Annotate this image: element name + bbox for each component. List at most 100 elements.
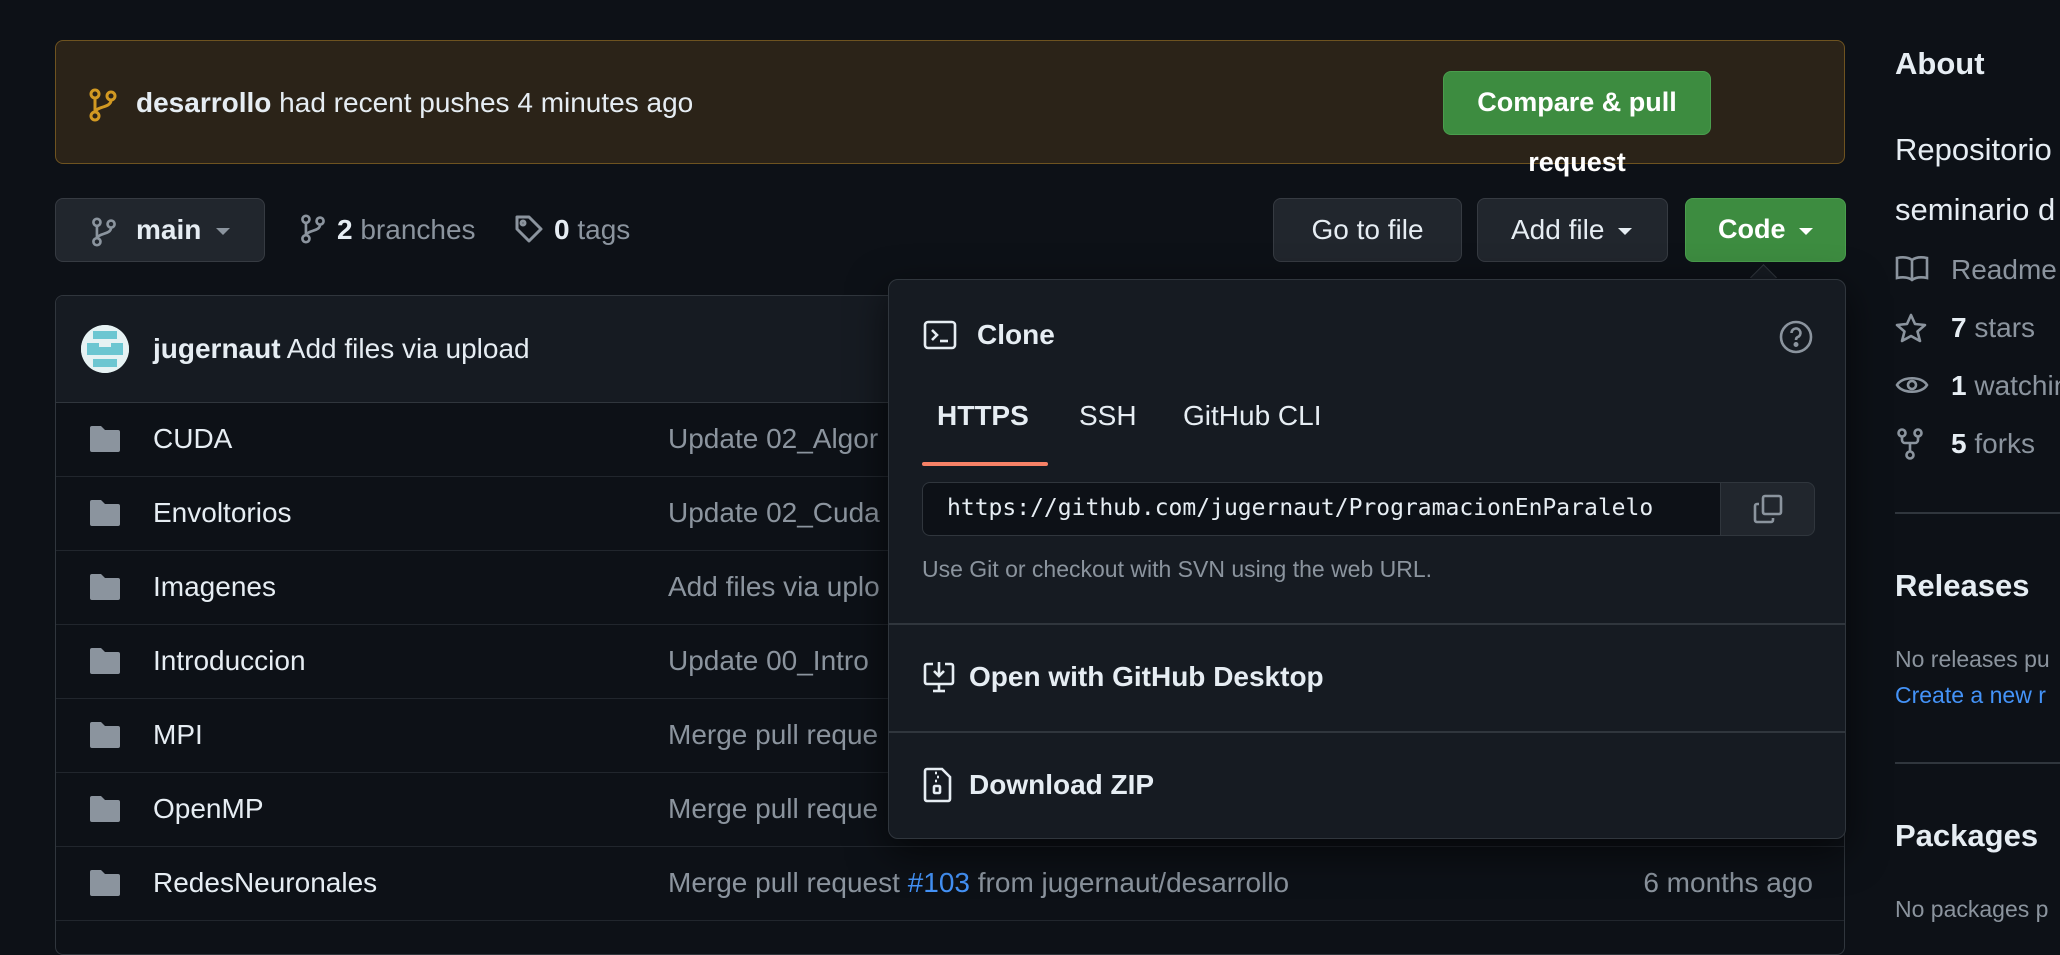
push-message-text: had recent pushes 4 minutes ago — [279, 87, 694, 118]
forks-label: forks — [1974, 428, 2036, 459]
repo-description-line: seminario d — [1895, 192, 2056, 227]
no-packages-text: No packages p — [1895, 896, 2049, 922]
commit-message-link[interactable]: Merge pull reque — [668, 772, 878, 846]
active-tab-indicator — [922, 462, 1048, 466]
clone-title: Clone — [977, 319, 1055, 350]
file-directory-icon — [88, 794, 122, 824]
open-with-github-desktop[interactable]: Open with GitHub Desktop — [889, 624, 1845, 730]
tags-label: tags — [577, 214, 631, 245]
readme-link[interactable]: Readme — [1895, 250, 2060, 290]
pushed-branch-link[interactable]: desarrollo — [136, 87, 271, 118]
forks-count: 5 — [1951, 428, 1967, 459]
file-name-link[interactable]: OpenMP — [153, 772, 264, 846]
no-releases-text: No releases pu — [1895, 646, 2050, 672]
file-directory-icon — [88, 646, 122, 676]
commit-message-link[interactable]: Update 02_Cuda — [668, 476, 880, 550]
tab-https[interactable]: HTTPS — [937, 388, 1029, 444]
branch-selector-button[interactable]: main — [55, 198, 265, 262]
commit-message-link[interactable]: Merge pull request — [668, 867, 908, 898]
about-sidebar: About Repositorio seminario d Readme 7 s… — [1895, 0, 2060, 926]
eye-icon — [1895, 370, 1929, 400]
desktop-download-icon — [923, 660, 955, 694]
go-to-file-button[interactable]: Go to file — [1273, 198, 1462, 262]
branches-count: 2 — [337, 214, 353, 245]
clone-url-group: https://github.com/jugernaut/Programacio… — [922, 482, 1815, 536]
file-name-link[interactable]: Envoltorios — [153, 476, 292, 550]
commit-message-link[interactable]: from jugernaut/desarrollo — [970, 867, 1289, 898]
repo-forked-icon — [1895, 428, 1925, 460]
add-file-button[interactable]: Add file — [1477, 198, 1668, 262]
code-label: Code — [1718, 214, 1786, 244]
compare-pull-request-button[interactable]: Compare & pull request — [1443, 71, 1711, 177]
file-name-link[interactable]: RedesNeuronales — [153, 846, 377, 920]
star-icon — [1895, 312, 1927, 344]
commit-author-link[interactable]: jugernaut — [153, 333, 281, 364]
table-row: RedesNeuronales Merge pull request #103 … — [56, 846, 1844, 921]
file-name-link[interactable]: Introduccion — [153, 624, 306, 698]
branches-link[interactable]: 2 branches — [299, 198, 489, 262]
copy-url-button[interactable] — [1720, 482, 1815, 536]
file-directory-icon — [88, 868, 122, 898]
file-name-link[interactable]: Imagenes — [153, 550, 276, 624]
branches-label: branches — [360, 214, 476, 245]
watching-count: 1 — [1951, 370, 1967, 401]
commit-message: Merge pull request #103 from jugernaut/d… — [668, 846, 1289, 920]
download-zip-label: Download ZIP — [969, 769, 1155, 800]
file-zip-icon — [923, 767, 953, 803]
forks-link[interactable]: 5 forks — [1895, 424, 2060, 464]
tag-icon — [514, 214, 544, 244]
tags-link[interactable]: 0 tags — [514, 198, 644, 262]
file-directory-icon — [88, 572, 122, 602]
chevron-down-icon — [1618, 228, 1632, 235]
chevron-down-icon — [1799, 228, 1813, 235]
packages-heading[interactable]: Packages — [1895, 818, 2038, 854]
file-name-link[interactable]: MPI — [153, 698, 203, 772]
divider — [1895, 762, 2060, 764]
recent-push-banner: desarrollo had recent pushes 4 minutes a… — [55, 40, 1845, 177]
latest-commit-text: jugernaut Add files via upload — [153, 296, 530, 402]
watching-link[interactable]: 1 watchin — [1895, 366, 2060, 406]
book-icon — [1895, 254, 1929, 284]
clone-help-text: Use Git or checkout with SVN using the w… — [922, 556, 1433, 582]
tags-count: 0 — [554, 214, 570, 245]
repo-description: Repositorio seminario d — [1895, 120, 2055, 240]
add-file-label: Add file — [1511, 214, 1605, 245]
commit-date: 6 months ago — [1643, 867, 1813, 898]
commit-message-link[interactable]: Update 02_Algor — [668, 402, 878, 476]
question-icon[interactable] — [1778, 319, 1814, 355]
stars-label: stars — [1974, 312, 2036, 343]
avatar[interactable] — [81, 325, 129, 373]
tab-github-cli[interactable]: GitHub CLI — [1183, 388, 1322, 444]
terminal-icon — [923, 320, 957, 350]
tab-ssh[interactable]: SSH — [1079, 388, 1137, 444]
commit-message-link[interactable]: Add files via upload — [287, 333, 530, 364]
git-branch-icon — [90, 217, 118, 247]
stars-link[interactable]: 7 stars — [1895, 308, 2060, 348]
create-release-link[interactable]: Create a new r — [1895, 682, 2046, 709]
current-branch-label: main — [136, 214, 202, 245]
repo-description-line: Repositorio — [1895, 132, 2052, 167]
git-branch-icon — [299, 214, 327, 244]
file-directory-icon — [88, 498, 122, 528]
watching-label: watchin — [1974, 370, 2060, 401]
push-message: desarrollo had recent pushes 4 minutes a… — [136, 41, 693, 165]
file-directory-icon — [88, 720, 122, 750]
stars-count: 7 — [1951, 312, 1967, 343]
releases-heading[interactable]: Releases — [1895, 568, 2029, 604]
chevron-down-icon — [216, 228, 230, 235]
readme-label: Readme — [1951, 254, 2057, 285]
commit-message-link[interactable]: Merge pull reque — [668, 698, 878, 772]
download-zip[interactable]: Download ZIP — [889, 732, 1845, 838]
file-directory-icon — [88, 424, 122, 454]
about-heading: About — [1895, 46, 1985, 81]
copy-icon — [1753, 494, 1783, 524]
clone-url-input[interactable]: https://github.com/jugernaut/Programacio… — [922, 482, 1722, 536]
divider — [1895, 512, 2060, 514]
file-name-link[interactable]: CUDA — [153, 402, 232, 476]
commit-message-link[interactable]: Update 00_Intro — [668, 624, 869, 698]
code-button[interactable]: Code — [1685, 198, 1846, 262]
open-desktop-label: Open with GitHub Desktop — [969, 661, 1324, 692]
commit-message-link[interactable]: Add files via uplo — [668, 550, 880, 624]
clone-dropdown: Clone HTTPS SSH GitHub CLI https://githu… — [888, 279, 1846, 839]
pull-request-link[interactable]: #103 — [908, 867, 970, 898]
